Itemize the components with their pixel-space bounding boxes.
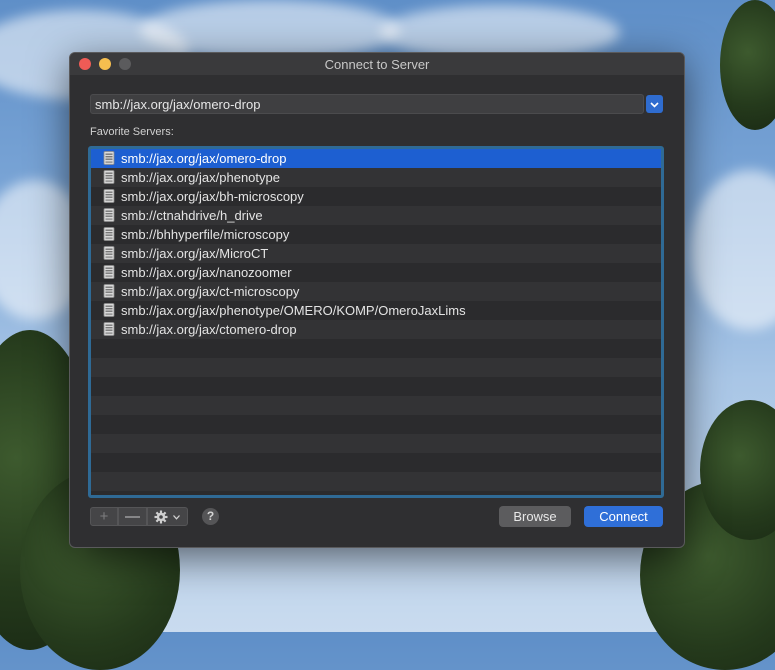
gear-icon <box>154 510 168 524</box>
list-item[interactable]: smb://jax.org/jax/ct-microscopy <box>91 282 661 301</box>
minus-icon: — <box>125 508 140 525</box>
list-empty-row <box>91 339 661 358</box>
list-item-label: smb://jax.org/jax/ctomero-drop <box>121 322 297 337</box>
plus-icon: + <box>99 508 109 525</box>
list-empty-row <box>91 472 661 491</box>
list-item-label: smb://jax.org/jax/MicroCT <box>121 246 269 261</box>
list-item[interactable]: smb://jax.org/jax/phenotype <box>91 168 661 187</box>
network-server-icon <box>103 151 115 165</box>
list-item[interactable]: smb://jax.org/jax/phenotype/OMERO/KOMP/O… <box>91 301 661 320</box>
list-item-label: smb://bhhyperfile/microscopy <box>121 227 290 242</box>
network-server-icon <box>103 246 115 260</box>
list-item[interactable]: smb://jax.org/jax/bh-microscopy <box>91 187 661 206</box>
list-empty-row <box>91 434 661 453</box>
favorite-servers-list[interactable]: smb://jax.org/jax/omero-drop smb://jax.or… <box>88 146 664 498</box>
network-server-icon <box>103 189 115 203</box>
list-empty-row <box>91 358 661 377</box>
list-item-label: smb://jax.org/jax/ct-microscopy <box>121 284 300 299</box>
network-server-icon <box>103 303 115 317</box>
title-bar: Connect to Server <box>70 53 684 75</box>
list-item-label: smb://jax.org/jax/nanozoomer <box>121 265 292 280</box>
network-server-icon <box>103 208 115 222</box>
list-item[interactable]: smb://jax.org/jax/nanozoomer <box>91 263 661 282</box>
list-item-label: smb://jax.org/jax/bh-microscopy <box>121 189 304 204</box>
list-item[interactable]: smb://jax.org/jax/ctomero-drop <box>91 320 661 339</box>
add-server-button[interactable]: + <box>90 507 118 526</box>
list-item[interactable]: smb://bhhyperfile/microscopy <box>91 225 661 244</box>
recent-servers-dropdown-button[interactable] <box>646 95 663 113</box>
list-item-label: smb://jax.org/jax/phenotype <box>121 170 280 185</box>
network-server-icon <box>103 284 115 298</box>
chevron-down-icon <box>650 102 659 108</box>
browse-button[interactable]: Browse <box>499 506 571 527</box>
list-item-label: smb://jax.org/jax/phenotype/OMERO/KOMP/O… <box>121 303 466 318</box>
network-server-icon <box>103 170 115 184</box>
list-item[interactable]: smb://jax.org/jax/omero-drop <box>91 149 661 168</box>
connect-to-server-dialog: Connect to Server smb://jax.org/jax/omer… <box>69 52 685 548</box>
network-server-icon <box>103 227 115 241</box>
list-empty-row <box>91 415 661 434</box>
list-item[interactable]: smb://ctnahdrive/h_drive <box>91 206 661 225</box>
list-empty-row <box>91 377 661 396</box>
help-button[interactable]: ? <box>202 508 219 525</box>
list-empty-row <box>91 453 661 472</box>
favorite-servers-label: Favorite Servers: <box>90 126 174 138</box>
window-title: Connect to Server <box>324 57 430 72</box>
server-address-input[interactable]: smb://jax.org/jax/omero-drop <box>90 94 644 114</box>
list-item-label: smb://jax.org/jax/omero-drop <box>121 151 287 166</box>
network-server-icon <box>103 322 115 336</box>
chevron-down-icon <box>173 515 180 520</box>
list-item-label: smb://ctnahdrive/h_drive <box>121 208 263 223</box>
action-menu-button[interactable] <box>147 507 188 526</box>
list-item[interactable]: smb://jax.org/jax/MicroCT <box>91 244 661 263</box>
network-server-icon <box>103 265 115 279</box>
list-empty-row <box>91 396 661 415</box>
connect-button[interactable]: Connect <box>584 506 663 527</box>
remove-server-button[interactable]: — <box>118 507 147 526</box>
